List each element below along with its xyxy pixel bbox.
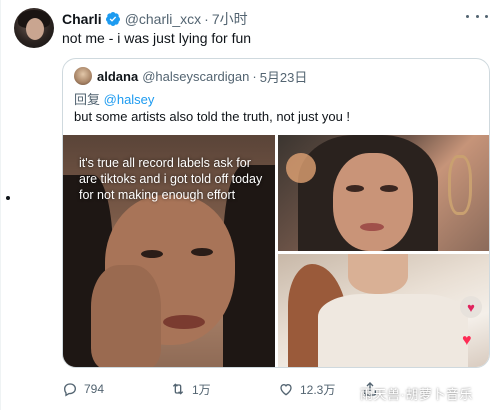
quoted-tweet-card[interactable]: aldana @halseyscardigan · 5月23日 回复 @hals… xyxy=(62,58,490,368)
tweet-header: Charli @charli_xcx · 7小时 xyxy=(62,9,248,29)
author-handle[interactable]: @charli_xcx xyxy=(125,11,201,27)
quoted-tweet-header: aldana @halseyscardigan · 5月23日 xyxy=(97,67,307,85)
retweet-icon xyxy=(172,383,184,395)
left-divider xyxy=(0,0,1,410)
media-caption-overlay: it's true all record labels ask for are … xyxy=(79,156,263,202)
media-grid: it's true all record labels ask for are … xyxy=(63,135,489,367)
hand-shape xyxy=(91,265,161,367)
eye-shape xyxy=(141,250,163,258)
like-count: 12.3万 xyxy=(300,382,336,397)
quoted-author-display-name[interactable]: aldana xyxy=(97,69,138,84)
quoted-separator-dot: · xyxy=(252,68,257,84)
reply-context: 回复 @halsey xyxy=(74,89,154,108)
heart-badge-icon: ♥ xyxy=(460,296,482,318)
reply-count: 794 xyxy=(84,382,105,396)
filter-bubble xyxy=(286,153,316,183)
eye-shape xyxy=(346,185,364,192)
retweet-count: 1万 xyxy=(192,382,211,397)
lips-shape xyxy=(163,315,205,329)
reply-button[interactable]: 794 xyxy=(62,381,104,397)
quoted-tweet-text: but some artists also told the truth, no… xyxy=(74,109,351,124)
author-avatar[interactable] xyxy=(14,8,54,48)
eye-shape xyxy=(191,248,213,256)
quoted-author-avatar[interactable] xyxy=(74,67,92,85)
like-button[interactable]: 12.3万 xyxy=(278,381,335,398)
more-options-icon[interactable] xyxy=(466,8,488,24)
media-image-main[interactable]: it's true all record labels ask for are … xyxy=(63,135,275,367)
quoted-tweet-date[interactable]: 5月23日 xyxy=(260,67,308,86)
media-image-bottom-right[interactable]: ♥ ♥ xyxy=(278,254,489,367)
tweet-text: not me - i was just lying for fun xyxy=(62,30,252,46)
reply-prefix: 回复 xyxy=(74,92,101,107)
face-shape xyxy=(348,254,408,294)
reply-mention-link[interactable]: @halsey xyxy=(104,92,155,107)
quoted-author-handle[interactable]: @halseyscardigan xyxy=(142,69,249,84)
tweet-timestamp[interactable]: 7小时 xyxy=(212,9,248,29)
avatar-face xyxy=(26,18,44,40)
watermark-text: 雨天兽·胡萝卜音乐 xyxy=(360,387,473,402)
like-overlay-icon: ♥ xyxy=(462,332,472,349)
blouse-shape xyxy=(318,294,468,367)
reply-icon xyxy=(63,383,77,397)
face-shape xyxy=(333,153,413,251)
heart-icon xyxy=(280,383,292,396)
author-display-name[interactable]: Charli xyxy=(62,11,102,27)
verified-badge-icon xyxy=(105,12,120,26)
lips-shape xyxy=(360,223,384,231)
separator-dot: · xyxy=(204,11,209,27)
media-image-top-right[interactable] xyxy=(278,135,489,251)
background-frame xyxy=(448,155,472,215)
eye-shape xyxy=(380,185,398,192)
list-bullet xyxy=(6,196,10,200)
retweet-button[interactable]: 1万 xyxy=(170,381,211,398)
